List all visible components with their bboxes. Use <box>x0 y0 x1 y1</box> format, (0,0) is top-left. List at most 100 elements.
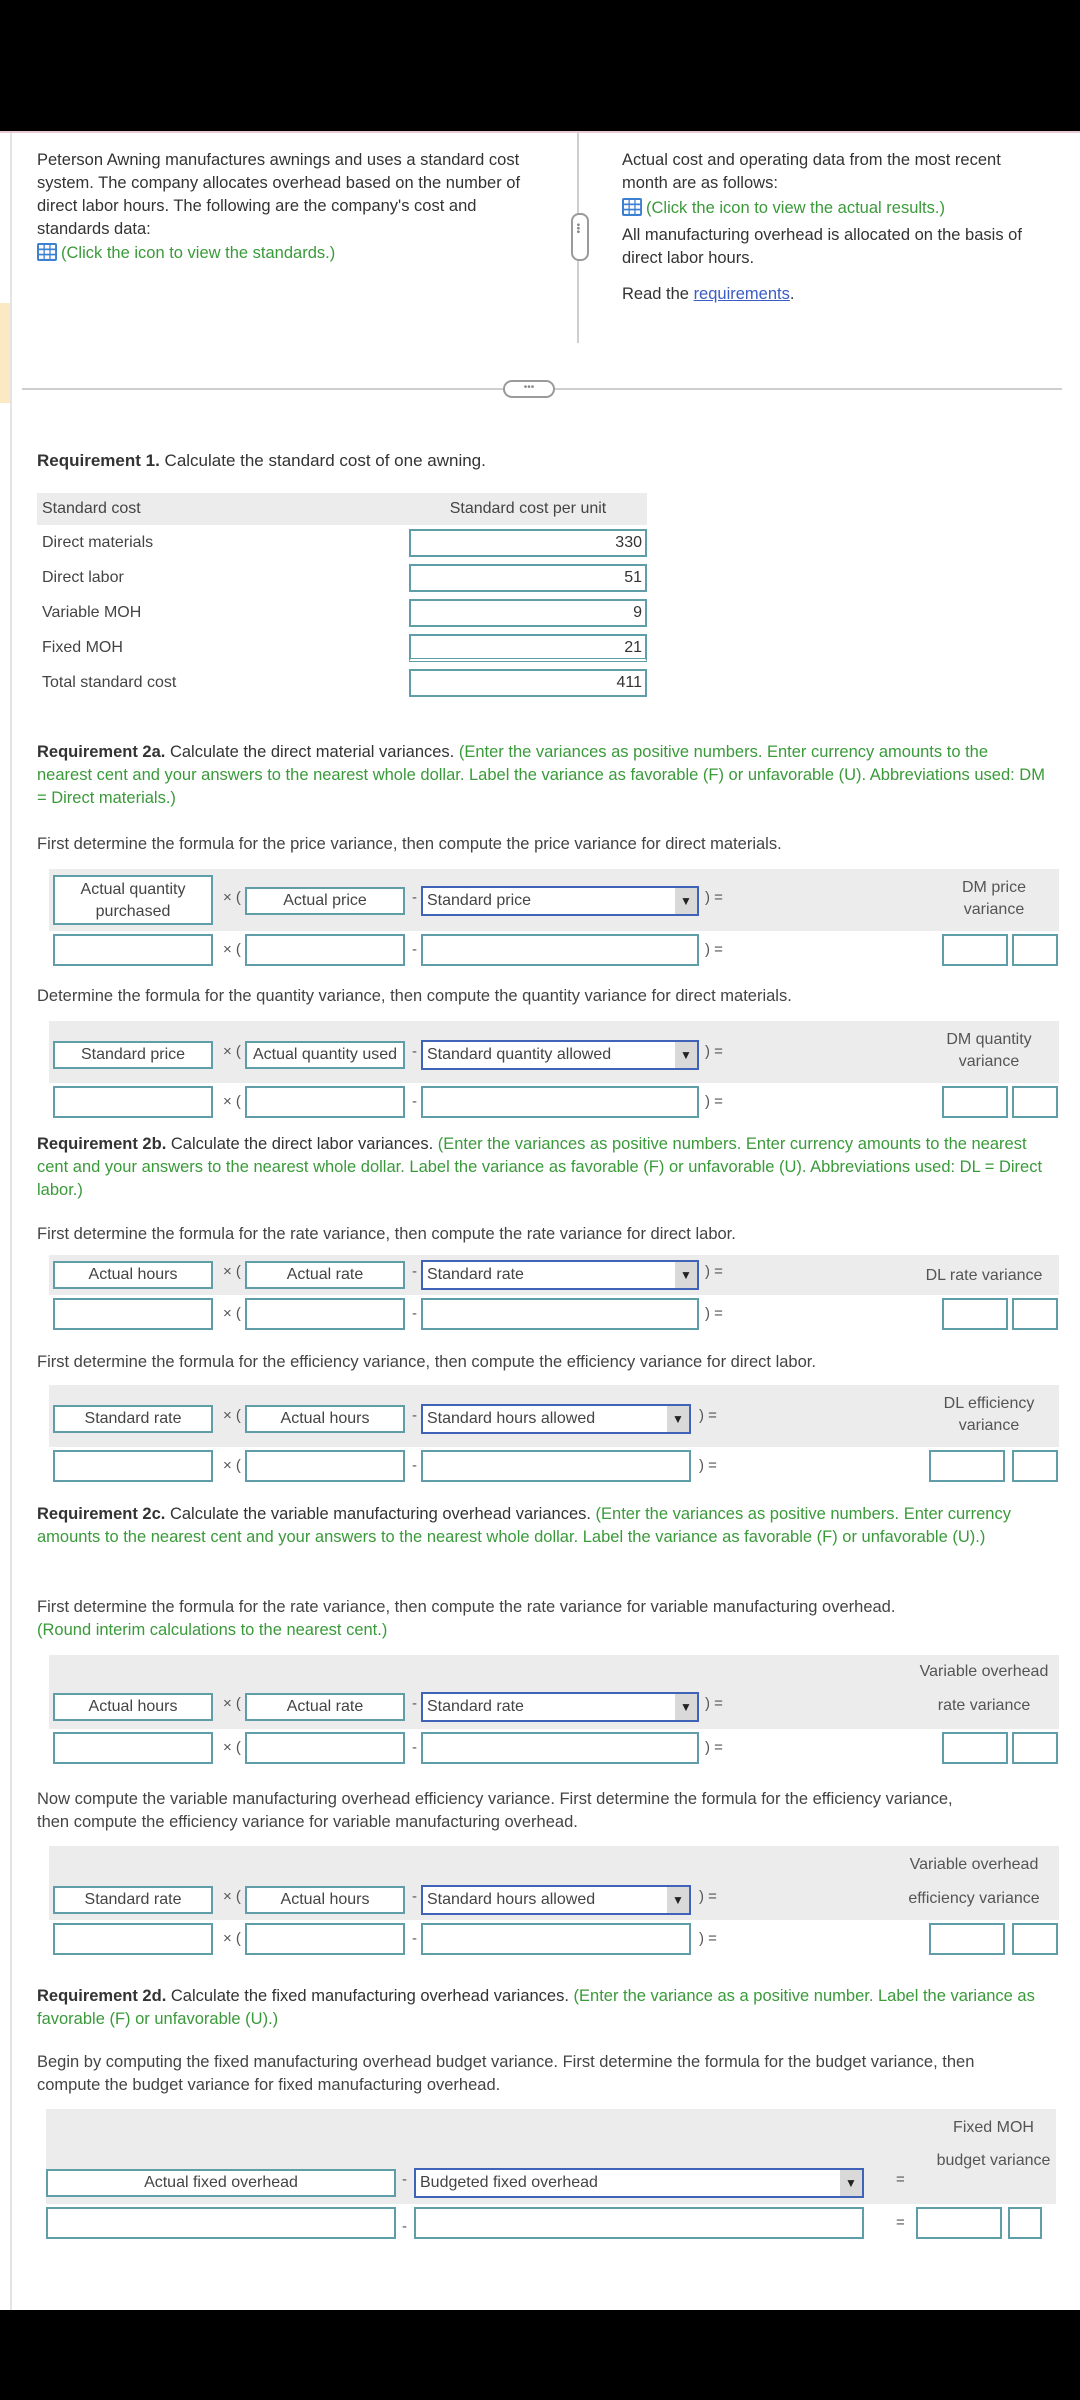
vmoh-efficiency-variance-amount-input[interactable] <box>929 1923 1005 1955</box>
actual-price-input[interactable] <box>245 934 405 966</box>
vmoh-efficiency-variance-formula: Standard rate × ( Actual hours - Standar… <box>49 1846 1059 1958</box>
fmoh-budget-variance-label-2: budget variance <box>936 2152 1051 2169</box>
requirement-2c-title: Requirement 2c. Calculate the variable m… <box>37 1505 1011 1546</box>
dl-efficiency-variance-fu-input[interactable] <box>1012 1450 1058 1482</box>
budgeted-fixed-overhead-input[interactable] <box>414 2207 864 2239</box>
actual-rate-input[interactable] <box>245 1732 405 1764</box>
standard-price-input[interactable] <box>53 1086 213 1118</box>
dropdown-arrow-icon: ▼ <box>675 1694 697 1720</box>
actual-hours-label[interactable]: Actual hours <box>245 1886 405 1914</box>
dropdown-arrow-icon: ▼ <box>675 888 697 914</box>
standard-rate-dropdown[interactable]: Standard rate ▼ <box>421 1692 699 1722</box>
dl-rate-variance-amount-input[interactable] <box>942 1298 1008 1330</box>
fmoh-budget-variance-amount-input[interactable] <box>916 2207 1002 2239</box>
vmoh-rate-variance-label-2: rate variance <box>937 1697 1031 1714</box>
direct-labor-input[interactable]: 51 <box>409 563 647 592</box>
side-marker <box>0 303 10 403</box>
standard-price-label[interactable]: Standard price <box>53 1041 213 1069</box>
dm-quantity-variance-fu-input[interactable] <box>1012 1086 1058 1118</box>
vmoh-rate-instructions: First determine the formula for the rate… <box>37 1598 896 1639</box>
vmoh-rate-variance-fu-input[interactable] <box>1012 1732 1058 1764</box>
actual-fixed-overhead-input[interactable] <box>46 2207 396 2239</box>
vmoh-rate-variance-formula: Actual hours × ( Actual rate - Standard … <box>49 1655 1059 1767</box>
standard-rate-input[interactable] <box>53 1450 213 1482</box>
total-standard-cost-input[interactable]: 411 <box>409 668 647 697</box>
table-row: Direct materials 330 <box>37 525 647 560</box>
actual-data-intro: Actual cost and operating data from the … <box>622 149 1042 306</box>
requirements-link[interactable]: requirements <box>694 285 790 303</box>
dl-rate-variance-fu-input[interactable] <box>1012 1298 1058 1330</box>
dropdown-arrow-icon: ▼ <box>840 2170 862 2196</box>
standard-price-input[interactable] <box>421 934 699 966</box>
dl-efficiency-variance-label: DL efficiency variance <box>943 1395 1035 1434</box>
dl-efficiency-variance-formula: Standard rate × ( Actual hours - Standar… <box>49 1385 1059 1485</box>
budgeted-fixed-overhead-dropdown[interactable]: Budgeted fixed overhead ▼ <box>414 2168 864 2198</box>
vmoh-rate-variance-amount-input[interactable] <box>942 1732 1008 1764</box>
vmoh-rate-variance-label-1: Variable overhead <box>919 1663 1049 1680</box>
actual-rate-label[interactable]: Actual rate <box>245 1693 405 1721</box>
standard-quantity-allowed-dropdown[interactable]: Standard quantity allowed ▼ <box>421 1040 699 1070</box>
dm-quantity-variance-label: DM quantity variance <box>946 1031 1032 1070</box>
standard-hours-allowed-dropdown[interactable]: Standard hours allowed ▼ <box>421 1404 691 1434</box>
view-actual-results-link[interactable]: (Click the icon to view the actual resul… <box>646 199 945 217</box>
dm-price-variance-formula: Actual quantity purchased × ( Actual pri… <box>49 869 1059 969</box>
requirement-1-title: Requirement 1. Calculate the standard co… <box>37 451 486 470</box>
dl-rate-instructions: First determine the formula for the rate… <box>37 1225 736 1243</box>
view-standards-link[interactable]: (Click the icon to view the standards.) <box>61 244 335 262</box>
actual-hours-label[interactable]: Actual hours <box>53 1261 213 1289</box>
standard-rate-input[interactable] <box>53 1923 213 1955</box>
actual-quantity-used-input[interactable] <box>245 1086 405 1118</box>
table-grid-icon[interactable] <box>37 243 57 261</box>
requirement-2d-title: Requirement 2d. Calculate the fixed manu… <box>37 1987 1035 2028</box>
standard-hours-allowed-input[interactable] <box>421 1450 691 1482</box>
actual-hours-input[interactable] <box>245 1923 405 1955</box>
fmoh-budget-variance-label-1: Fixed MOH <box>953 2119 1034 2136</box>
vertical-splitter-handle[interactable]: ••• <box>571 213 589 261</box>
requirement-2a-title: Requirement 2a. Calculate the direct mat… <box>37 743 1045 807</box>
standard-rate-label[interactable]: Standard rate <box>53 1886 213 1914</box>
actual-hours-input[interactable] <box>53 1298 213 1330</box>
actual-hours-label[interactable]: Actual hours <box>245 1405 405 1433</box>
qty-purchased-input[interactable] <box>53 934 213 966</box>
fixed-moh-input[interactable]: 21 <box>409 633 647 662</box>
actual-price-label[interactable]: Actual price <box>245 887 405 915</box>
table-row: Total standard cost 411 <box>37 665 647 700</box>
variable-moh-input[interactable]: 9 <box>409 598 647 627</box>
actual-hours-input[interactable] <box>245 1450 405 1482</box>
dropdown-arrow-icon: ▼ <box>675 1262 697 1288</box>
standard-hours-allowed-input[interactable] <box>421 1923 691 1955</box>
actual-quantity-purchased-label[interactable]: Actual quantity purchased <box>53 875 213 925</box>
read-requirements: Read the requirements. <box>622 285 795 303</box>
vmoh-efficiency-variance-fu-input[interactable] <box>1012 1923 1058 1955</box>
dm-price-variance-fu-input[interactable] <box>1012 934 1058 966</box>
dm-quantity-variance-amount-input[interactable] <box>942 1086 1008 1118</box>
standard-rate-input[interactable] <box>421 1298 699 1330</box>
actual-quantity-used-label[interactable]: Actual quantity used <box>245 1041 405 1069</box>
vmoh-efficiency-instructions: Now compute the variable manufacturing o… <box>37 1790 953 1831</box>
requirement-2b-title: Requirement 2b. Calculate the direct lab… <box>37 1135 1043 1199</box>
standard-price-dropdown[interactable]: Standard price ▼ <box>421 886 699 916</box>
standard-cost-table: Standard cost Standard cost per unit Dir… <box>37 493 647 700</box>
fmoh-budget-instructions: Begin by computing the fixed manufacturi… <box>37 2053 975 2094</box>
vmoh-efficiency-variance-label-1: Variable overhead <box>909 1856 1039 1873</box>
dl-efficiency-instructions: First determine the formula for the effi… <box>37 1353 816 1371</box>
dl-efficiency-variance-amount-input[interactable] <box>929 1450 1005 1482</box>
table-row: Variable MOH 9 <box>37 595 647 630</box>
direct-materials-input[interactable]: 330 <box>409 528 647 557</box>
actual-rate-label[interactable]: Actual rate <box>245 1261 405 1289</box>
standard-quantity-allowed-input[interactable] <box>421 1086 699 1118</box>
actual-hours-label[interactable]: Actual hours <box>53 1693 213 1721</box>
table-row: Fixed MOH 21 <box>37 630 647 665</box>
problem-intro: Peterson Awning manufactures awnings and… <box>37 149 537 265</box>
standard-rate-input[interactable] <box>421 1732 699 1764</box>
standard-rate-dropdown[interactable]: Standard rate ▼ <box>421 1260 699 1290</box>
actual-fixed-overhead-label[interactable]: Actual fixed overhead <box>46 2169 396 2197</box>
actual-rate-input[interactable] <box>245 1298 405 1330</box>
standard-hours-allowed-dropdown[interactable]: Standard hours allowed ▼ <box>421 1885 691 1915</box>
fmoh-budget-variance-fu-input[interactable] <box>1008 2207 1042 2239</box>
standard-rate-label[interactable]: Standard rate <box>53 1405 213 1433</box>
actual-hours-input[interactable] <box>53 1732 213 1764</box>
dm-price-variance-amount-input[interactable] <box>942 934 1008 966</box>
horizontal-splitter-handle[interactable]: ••• <box>503 380 555 398</box>
table-grid-icon[interactable] <box>622 198 642 216</box>
